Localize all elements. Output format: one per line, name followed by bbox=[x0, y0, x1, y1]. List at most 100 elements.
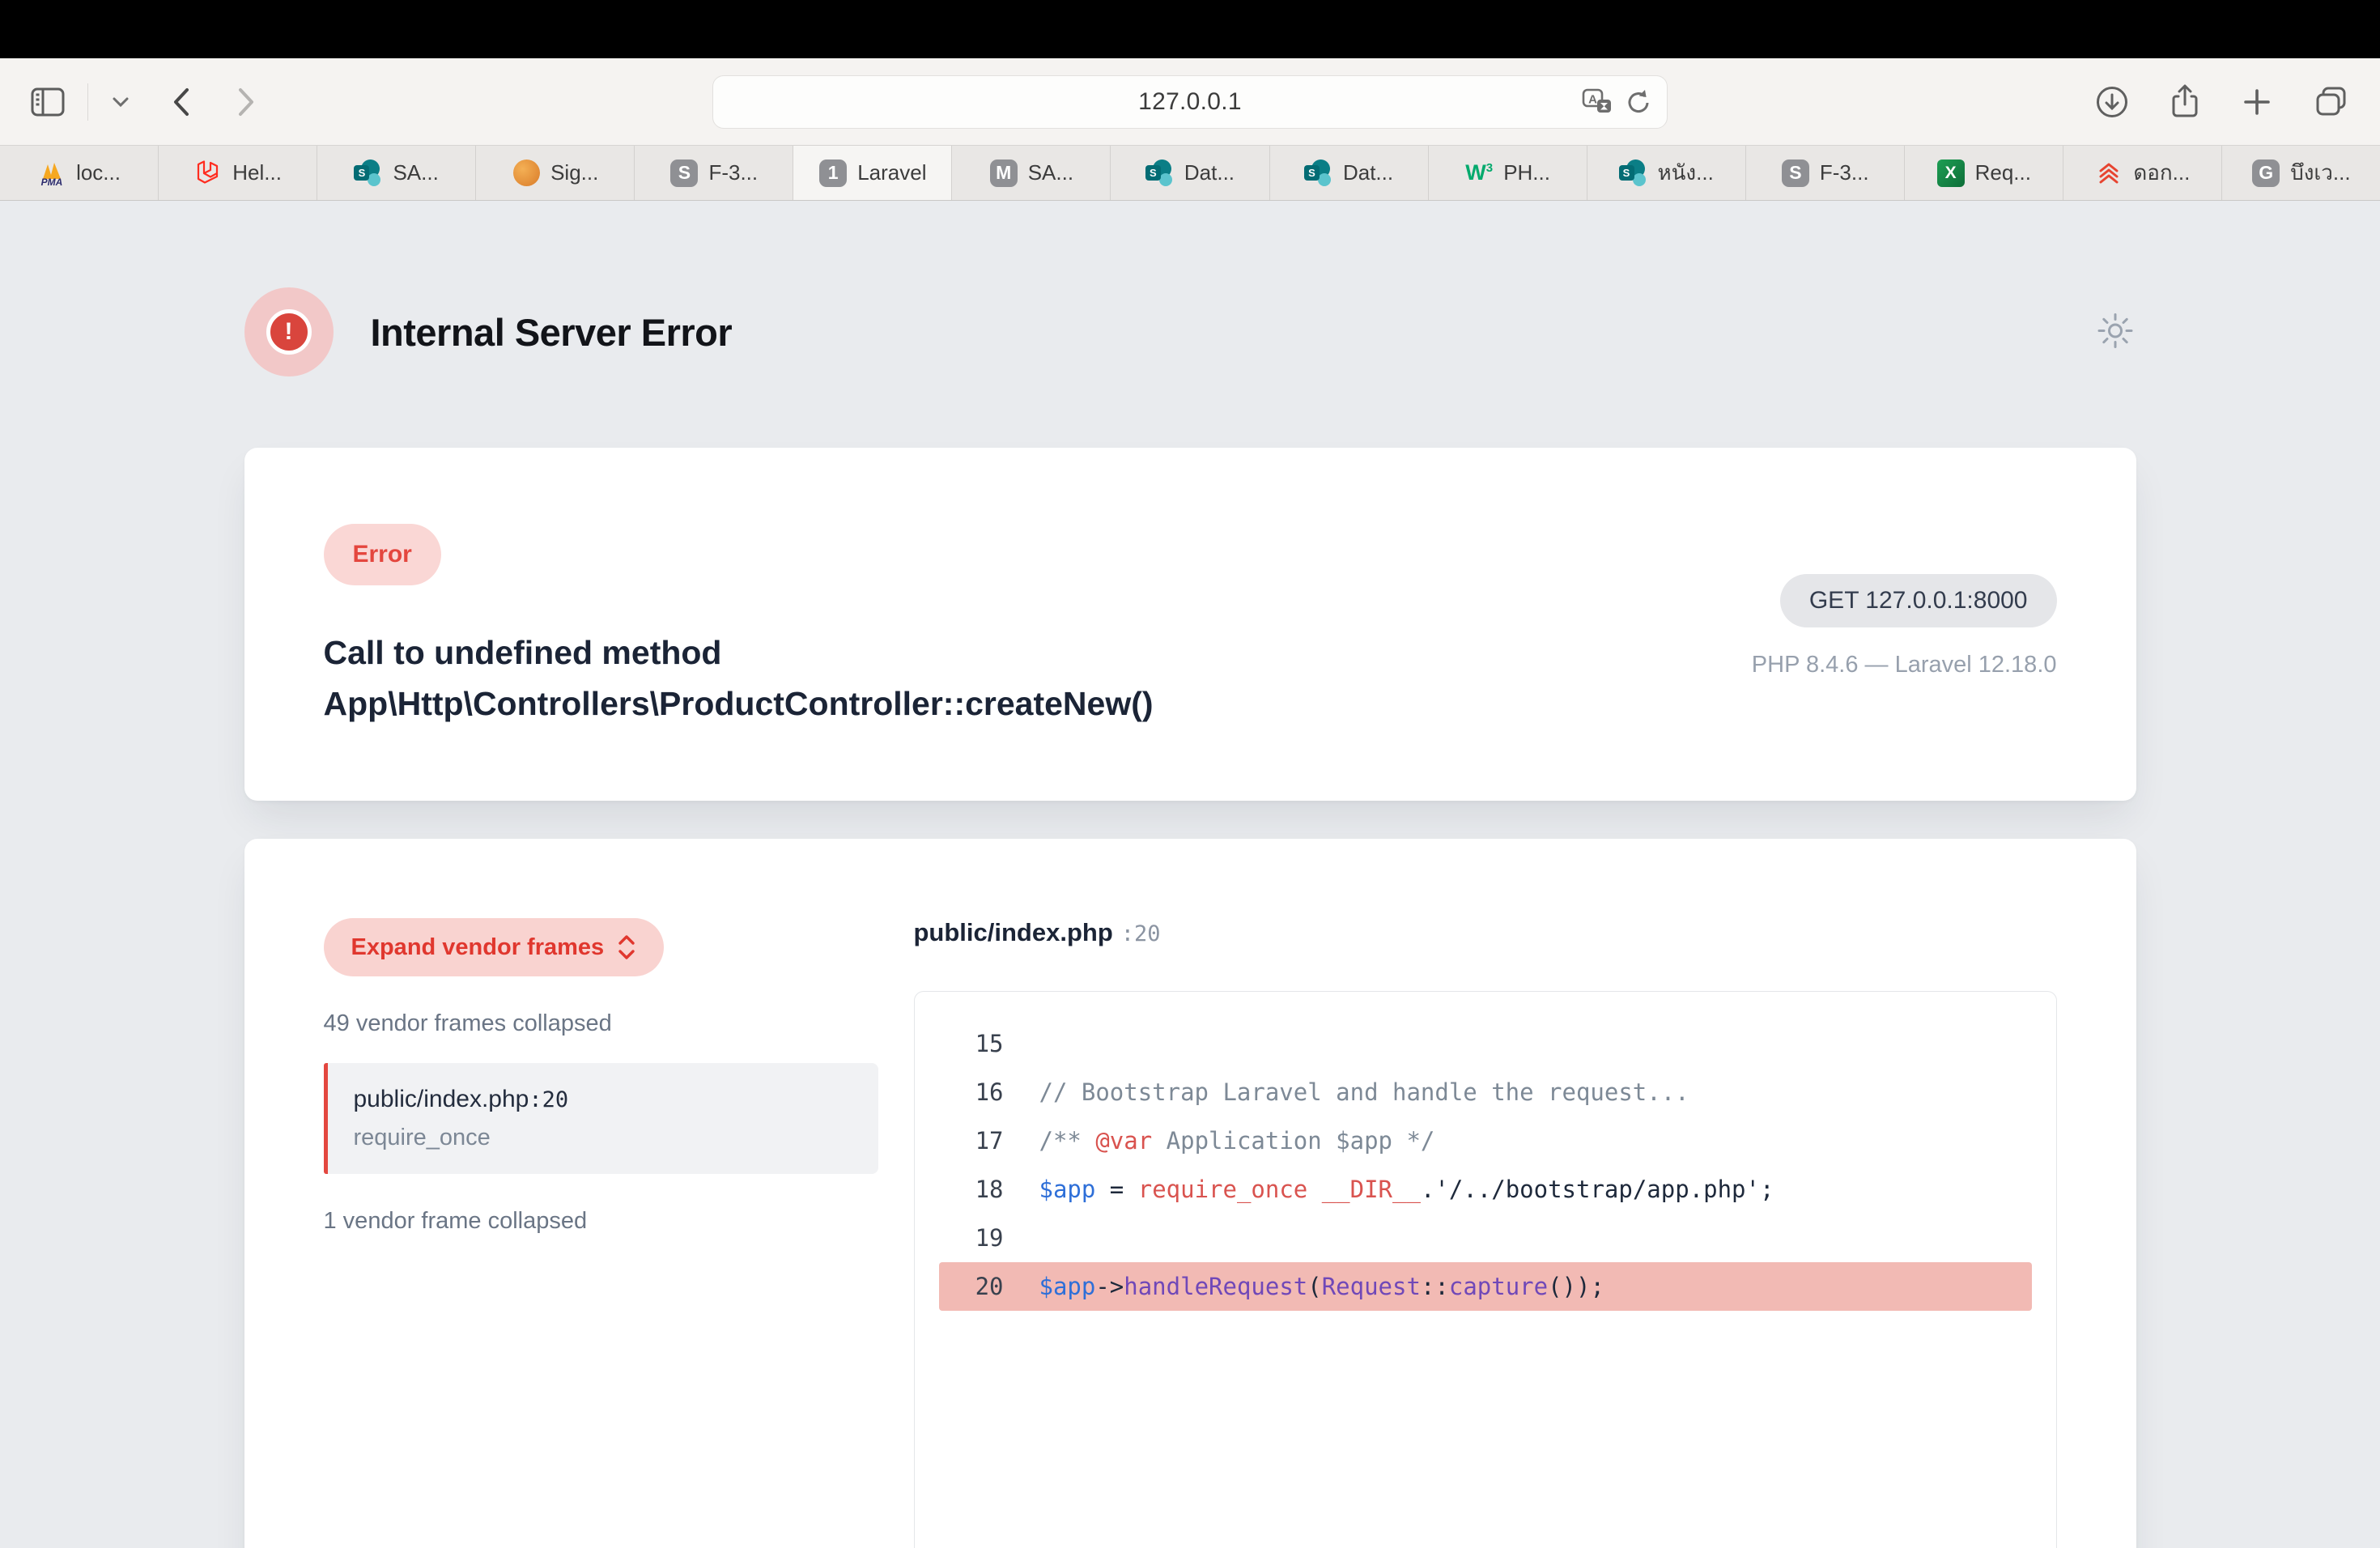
sidebar-toggle-button[interactable] bbox=[28, 84, 68, 120]
error-message-line1: Call to undefined method bbox=[324, 627, 1154, 678]
expand-vendor-frames-label: Expand vendor frames bbox=[351, 934, 605, 961]
code-line: 19 bbox=[939, 1214, 2032, 1262]
letter-favicon-icon: S bbox=[1781, 159, 1810, 188]
tab[interactable]: PMA loc... bbox=[0, 146, 159, 200]
svg-text:A: A bbox=[1588, 93, 1597, 107]
browser-toolbar: 127.0.0.1 A bbox=[0, 58, 2380, 146]
error-card-meta: GET 127.0.0.1:8000 PHP 8.4.6 — Laravel 1… bbox=[1752, 524, 2057, 729]
tab-active[interactable]: 1 Laravel bbox=[793, 146, 952, 200]
toolbar-divider bbox=[87, 83, 88, 121]
tab-label: ดอก... bbox=[2133, 156, 2190, 189]
error-card: Error Call to undefined method App\Http\… bbox=[244, 448, 2136, 801]
tab[interactable]: Gบึงเว... bbox=[2222, 146, 2380, 200]
url-text: 127.0.0.1 bbox=[1138, 88, 1242, 116]
tab-label: Hel... bbox=[232, 160, 282, 185]
forward-button[interactable] bbox=[232, 83, 260, 121]
frame-method: require_once bbox=[354, 1125, 852, 1151]
tab-overview-button[interactable] bbox=[2310, 82, 2352, 122]
tab-label: Dat... bbox=[1184, 160, 1235, 185]
code-content: // Bootstrap Laravel and handle the requ… bbox=[1004, 1078, 1689, 1106]
sun-icon bbox=[2096, 312, 2135, 351]
code-content: $app->handleRequest(Request::capture()); bbox=[1004, 1273, 1604, 1300]
excel-favicon-icon: X bbox=[1936, 159, 1966, 188]
expand-vendor-frames-button[interactable]: Expand vendor frames bbox=[324, 918, 665, 976]
letter-favicon-icon: 1 bbox=[818, 159, 848, 188]
page: ! Internal Server Error Error Call to un… bbox=[0, 201, 2380, 1548]
pma-favicon-icon: PMA bbox=[37, 159, 66, 188]
plus-icon bbox=[2241, 86, 2273, 118]
trace-card: Expand vendor frames 49 vendor frames co… bbox=[244, 839, 2136, 1548]
tab[interactable]: S Dat... bbox=[1270, 146, 1429, 200]
letter-favicon-icon: S bbox=[669, 159, 699, 188]
exclamation-icon: ! bbox=[266, 309, 312, 355]
reload-icon[interactable] bbox=[1623, 87, 1652, 117]
letter-favicon-icon: M bbox=[989, 159, 1018, 188]
error-message-line2: App\Http\Controllers\ProductController::… bbox=[324, 678, 1154, 729]
tab-label: F-3... bbox=[708, 160, 758, 185]
downloads-button[interactable] bbox=[2092, 82, 2132, 122]
request-method-badge: GET 127.0.0.1:8000 bbox=[1780, 574, 2057, 627]
code-line: 17/** @var Application $app */ bbox=[939, 1116, 2032, 1165]
url-bar[interactable]: 127.0.0.1 A bbox=[712, 75, 1668, 129]
tab[interactable]: S F-3... bbox=[1746, 146, 1905, 200]
sharepoint-favicon-icon: S bbox=[354, 159, 383, 188]
back-button[interactable] bbox=[168, 83, 195, 121]
share-icon bbox=[2170, 84, 2200, 120]
tab-label: Laravel bbox=[857, 160, 926, 185]
error-message: Call to undefined method App\Http\Contro… bbox=[324, 627, 1154, 729]
theme-toggle-button[interactable] bbox=[2096, 312, 2135, 353]
tab-label: loc... bbox=[76, 160, 121, 185]
code-content: /** @var Application $app */ bbox=[1004, 1127, 1435, 1155]
stack-frame-item[interactable]: public/index.php:20 require_once bbox=[324, 1063, 878, 1174]
line-number: 18 bbox=[939, 1176, 1004, 1203]
tab-label: Req... bbox=[1975, 160, 2031, 185]
tab[interactable]: M SA... bbox=[952, 146, 1111, 200]
w3-favicon-icon: W3 bbox=[1464, 159, 1494, 188]
tab-bar: PMAloc...Hel...SSA...Sig...SF-3...1Larav… bbox=[0, 146, 2380, 201]
tab-label: หนัง... bbox=[1658, 156, 1714, 189]
new-tab-button[interactable] bbox=[2238, 83, 2276, 121]
php-laravel-versions: PHP 8.4.6 — Laravel 12.18.0 bbox=[1752, 652, 2057, 678]
code-content: $app = require_once __DIR__.'/../bootstr… bbox=[1004, 1176, 1774, 1203]
laravel-favicon-icon bbox=[193, 159, 223, 188]
frame-line-number: :20 bbox=[529, 1087, 568, 1112]
window-titlebar bbox=[0, 0, 2380, 58]
tab-label: Sig... bbox=[550, 160, 598, 185]
svg-text:PMA: PMA bbox=[41, 176, 63, 188]
tab-label: Dat... bbox=[1343, 160, 1393, 185]
code-line: 18$app = require_once __DIR__.'/../boots… bbox=[939, 1165, 2032, 1214]
chevrons-favicon-icon bbox=[2094, 159, 2123, 188]
translate-icon[interactable]: A bbox=[1581, 87, 1613, 117]
sidebar-icon bbox=[31, 87, 65, 117]
tab-label: F-3... bbox=[1820, 160, 1869, 185]
code-line-highlighted: 20$app->handleRequest(Request::capture()… bbox=[939, 1262, 2032, 1311]
tab[interactable]: Sig... bbox=[476, 146, 635, 200]
error-alert-icon: ! bbox=[244, 287, 334, 376]
tab[interactable]: W3 PH... bbox=[1429, 146, 1587, 200]
tab[interactable]: S Dat... bbox=[1111, 146, 1269, 200]
code-line-ref: :20 bbox=[1121, 921, 1161, 946]
stack-trace-pane: Expand vendor frames 49 vendor frames co… bbox=[324, 918, 878, 1548]
page-title: Internal Server Error bbox=[371, 310, 733, 355]
tab[interactable]: SSA... bbox=[317, 146, 476, 200]
sharepoint-favicon-icon: S bbox=[1304, 159, 1333, 188]
error-card-main: Error Call to undefined method App\Http\… bbox=[324, 524, 1154, 729]
chevron-down-icon bbox=[111, 96, 130, 108]
share-button[interactable] bbox=[2166, 81, 2204, 123]
code-file-header: public/index.php:20 bbox=[914, 918, 2057, 947]
back-icon bbox=[171, 86, 192, 118]
tab[interactable]: ดอก... bbox=[2063, 146, 2222, 200]
tab-label: SA... bbox=[1028, 160, 1073, 185]
line-number: 19 bbox=[939, 1224, 1004, 1252]
sidebar-menu-button[interactable] bbox=[108, 92, 134, 112]
chevron-up-down-icon bbox=[617, 933, 636, 961]
tab[interactable]: Hel... bbox=[159, 146, 317, 200]
tab[interactable]: X Req... bbox=[1905, 146, 2063, 200]
sharepoint-favicon-icon: S bbox=[1145, 159, 1175, 188]
code-lines: 1516// Bootstrap Laravel and handle the … bbox=[915, 1019, 2056, 1311]
tab-label: PH... bbox=[1503, 160, 1550, 185]
tab[interactable]: Sหนัง... bbox=[1587, 146, 1746, 200]
vendor-frames-collapsed-note: 49 vendor frames collapsed bbox=[324, 1010, 878, 1037]
tab[interactable]: S F-3... bbox=[635, 146, 793, 200]
tab-overview-icon bbox=[2314, 85, 2349, 119]
